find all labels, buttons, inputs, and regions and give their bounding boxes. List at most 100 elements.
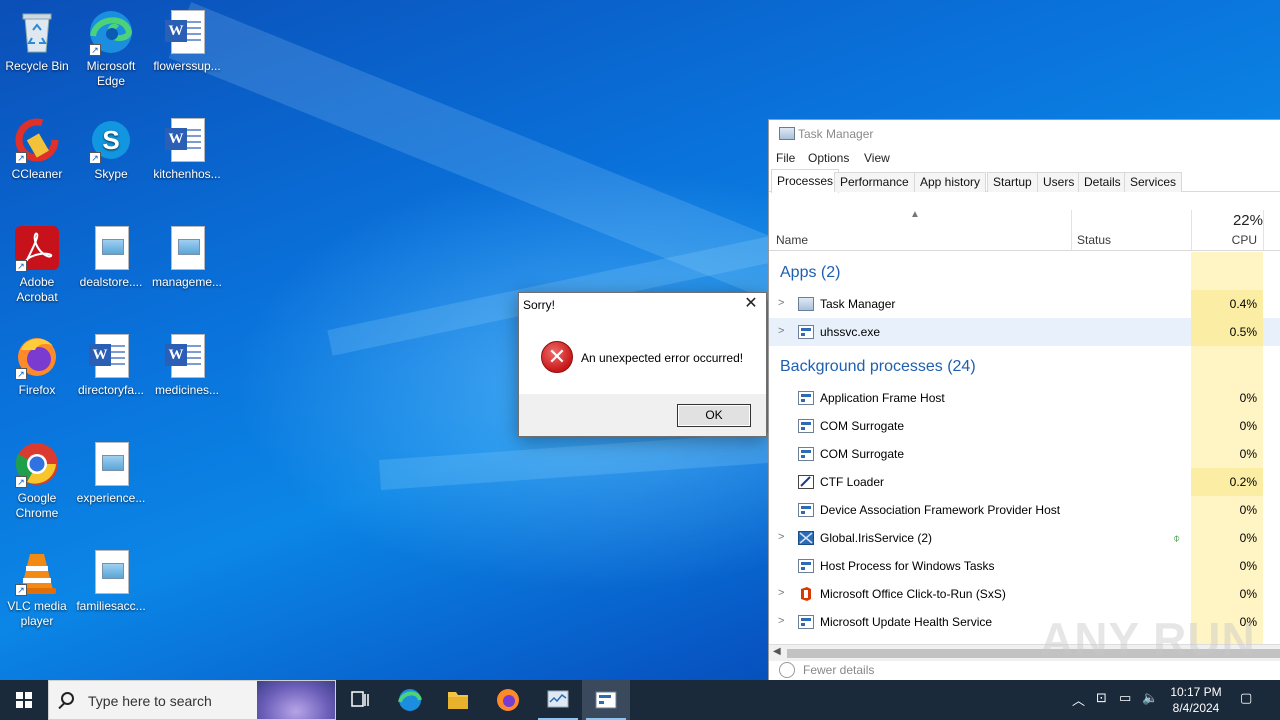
column-name[interactable]: Name [776,233,808,247]
process-cpu: 0.2% [1191,468,1263,496]
search-icon [61,692,74,705]
error-dialog: Sorry! ✕ ✕ An unexpected error occurred!… [518,292,767,437]
desktop-icon-experience[interactable]: experience... [74,440,148,506]
tab-details[interactable]: Details [1078,172,1127,192]
task-manager-icon [779,127,795,140]
taskbar-task-manager[interactable] [534,680,582,720]
task-manager-icon [547,690,569,708]
desktop-icon-dealstore[interactable]: dealstore.... [74,224,148,290]
column-status[interactable]: Status [1077,233,1111,247]
desktop-icon-flowerssup[interactable]: W flowerssup... [150,8,224,74]
svg-text:S: S [102,125,119,155]
process-row[interactable]: COM Surrogate 0% [769,440,1280,468]
chevron-right-icon[interactable]: > [778,531,784,543]
desktop-icon-familiesacc[interactable]: familiesacc... [74,548,148,614]
tab-services[interactable]: Services [1124,172,1183,192]
suspended-leaf-icon: ⌽ [1173,531,1181,545]
taskbar-file-explorer[interactable] [434,680,482,720]
desktop-icon-firefox[interactable]: ↗ Firefox [0,332,74,398]
taskbar-edge[interactable] [386,680,434,720]
icon-label: Recycle Bin [5,59,69,73]
process-row[interactable]: Device Association Framework Provider Ho… [769,496,1280,524]
process-row[interactable]: Host Process for Windows Tasks 0% [769,552,1280,580]
desktop-icon-microsoft-edge[interactable]: ↗ Microsoft Edge [74,8,148,89]
title-bar[interactable]: Task Manager [769,120,1280,147]
device-icon[interactable]: ⊡ [1096,690,1107,706]
app-window-icon [798,325,814,339]
desktop-icon-manageme[interactable]: manageme... [150,224,224,290]
iris-service-icon [798,531,814,545]
search-placeholder: Type here to search [88,693,212,709]
app-window-icon [595,691,617,709]
process-name: COM Surrogate [820,419,905,433]
fewer-details-link[interactable]: Fewer details [803,663,874,677]
desktop-icon-vlc[interactable]: ↗ VLC media player [0,548,74,629]
clock[interactable]: 10:17 PM 8/4/2024 [1166,684,1226,716]
start-button[interactable] [0,680,48,720]
desktop-icon-skype[interactable]: S ↗ Skype [74,116,148,182]
desktop-icon-recycle-bin[interactable]: Recycle Bin [0,8,74,74]
chevron-right-icon[interactable]: > [778,297,784,309]
process-row[interactable]: > Global.IrisService (2) ⌽ 0% [769,524,1280,552]
chevron-up-icon[interactable]: ︿ [1072,690,1085,709]
desktop-icon-adobe-acrobat[interactable]: ↗ Adobe Acrobat [0,224,74,305]
office-icon [798,587,814,601]
desktop-icon-google-chrome[interactable]: ↗ Google Chrome [0,440,74,521]
column-cpu[interactable]: CPU [1232,233,1257,247]
chevron-right-icon[interactable]: > [778,615,784,627]
task-view-button[interactable] [336,680,384,720]
taskbar: Type here to search ︿ ⊡ ▭ 🔈 10:17 PM 8/4… [0,680,1280,720]
close-icon[interactable]: ✕ [742,295,760,313]
desktop-icon-directoryfa[interactable]: W directoryfa... [74,332,148,398]
process-row-uhssvc[interactable]: > uhssvc.exe 0.5% [769,318,1280,346]
desktop-icon-ccleaner[interactable]: ↗ CCleaner [0,116,74,182]
desktop: Recycle Bin ↗ CCleaner ↗ Adobe Acrobat ↗… [0,0,1280,680]
shortcut-arrow-icon: ↗ [15,584,27,596]
process-cpu: 0.5% [1191,318,1263,346]
group-apps: Apps (2) [780,264,841,281]
chevron-up-circle-icon[interactable] [779,662,795,678]
windows-logo-icon [16,692,32,708]
search-box[interactable]: Type here to search [48,680,336,720]
desktop-icon-kitchenhos[interactable]: W kitchenhos... [150,116,224,182]
firefox-icon: ↗ [13,332,61,380]
scroll-left-icon[interactable]: ◀ [773,646,781,657]
chevron-right-icon[interactable]: > [778,325,784,337]
shortcut-arrow-icon: ↗ [15,368,27,380]
notification-icon[interactable]: ▢ [1240,690,1252,706]
process-row[interactable]: Application Frame Host 0% [769,384,1280,412]
taskbar-uhssvc[interactable] [582,680,630,720]
dialog-footer: OK [519,394,766,436]
process-name: CTF Loader [820,475,885,489]
word-doc-icon: W [163,8,211,56]
tab-users[interactable]: Users [1037,172,1081,192]
menu-view[interactable]: View [864,151,890,165]
tab-performance[interactable]: Performance [834,172,915,192]
process-name: Task Manager [820,297,896,311]
ok-button[interactable]: OK [677,404,751,427]
tab-processes[interactable]: Processes [771,169,840,193]
icon-label: CCleaner [11,167,63,181]
taskbar-firefox[interactable] [484,680,532,720]
process-row-task-manager[interactable]: > Task Manager 0.4% [769,290,1280,318]
process-row[interactable]: > Microsoft Office Click-to-Run (SxS) 0% [769,580,1280,608]
tab-app-history[interactable]: App history [914,172,987,192]
volume-icon[interactable]: 🔈 [1142,690,1158,706]
tab-startup[interactable]: Startup [987,172,1038,192]
network-icon[interactable]: ▭ [1119,690,1131,706]
process-list: Apps (2) > Task Manager 0.4% > uhssvc.ex… [769,252,1280,644]
chevron-right-icon[interactable]: > [778,587,784,599]
icon-label: dealstore.... [79,275,143,289]
image-file-icon [163,224,211,272]
icon-label: manageme... [151,275,223,289]
dialog-title: Sorry! [523,298,556,312]
process-row[interactable]: CTF Loader 0.2% [769,468,1280,496]
desktop-icon-medicines[interactable]: W medicines... [150,332,224,398]
process-name: Host Process for Windows Tasks [820,559,995,573]
icon-label: Google Chrome [15,491,59,520]
menu-options[interactable]: Options [808,151,849,165]
shortcut-arrow-icon: ↗ [15,476,27,488]
menu-file[interactable]: File [776,151,795,165]
process-row[interactable]: COM Surrogate 0% [769,412,1280,440]
error-icon: ✕ [541,341,573,373]
